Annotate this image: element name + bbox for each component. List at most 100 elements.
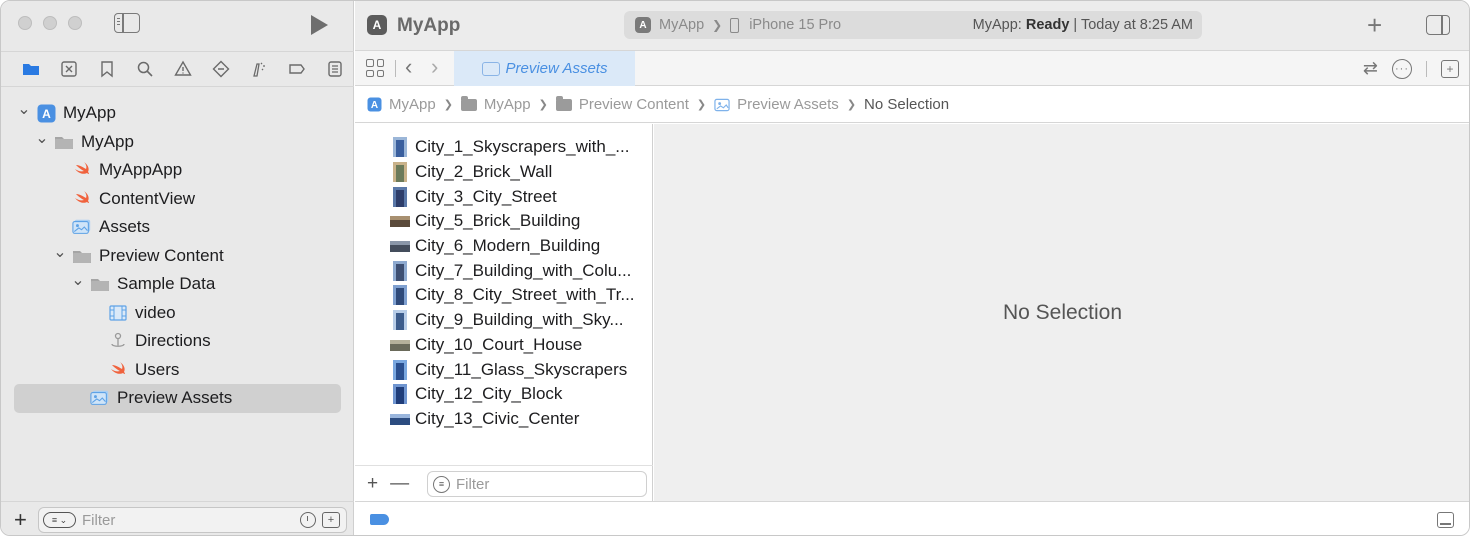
build-status: MyApp: Ready | Today at 8:25 AM xyxy=(973,17,1193,33)
add-editor-icon[interactable]: + xyxy=(1441,59,1459,78)
breakpoint-navigator-icon[interactable] xyxy=(278,58,316,80)
toggle-inspector-icon[interactable] xyxy=(1426,15,1450,35)
navigator-selector-bar xyxy=(1,51,354,87)
tab-label: Preview Assets xyxy=(505,60,608,77)
asset-item[interactable]: City_9_Building_with_Sky... xyxy=(355,308,652,333)
chevron-down-icon[interactable]: ⌄ xyxy=(53,242,66,262)
navigator-filter-field[interactable]: ≡ ⌄ Filter + xyxy=(38,507,347,533)
tree-item[interactable]: Users xyxy=(1,356,354,385)
filter-options-icon[interactable]: ≡ ⌄ xyxy=(43,512,76,528)
bookmark-navigator-icon[interactable] xyxy=(88,58,126,80)
library-plus-button[interactable]: + xyxy=(1367,10,1382,41)
source-control-navigator-icon[interactable] xyxy=(50,58,88,80)
editor-area: A MyApp A MyApp ❯ iPhone 15 Pro MyApp: R… xyxy=(355,1,1469,535)
asset-item[interactable]: City_8_City_Street_with_Tr... xyxy=(355,283,652,308)
asset-item[interactable]: City_7_Building_with_Colu... xyxy=(355,258,652,283)
remove-asset-button[interactable]: — xyxy=(390,473,409,495)
source-control-filter-icon[interactable]: + xyxy=(322,512,340,528)
tree-item-label: MyApp xyxy=(63,103,116,123)
tree-item[interactable]: ⌄ MyApp xyxy=(1,128,354,157)
report-navigator-icon[interactable] xyxy=(316,58,354,80)
app-icon: A xyxy=(367,15,387,35)
tree-item-label: Preview Assets xyxy=(117,388,233,408)
tree-item[interactable]: ContentView xyxy=(1,185,354,214)
chevron-down-icon[interactable]: ⌄ xyxy=(17,99,30,119)
asset-item[interactable]: City_2_Brick_Wall xyxy=(355,160,652,185)
folder-icon xyxy=(460,95,477,112)
scheme-selector[interactable]: MyApp xyxy=(659,17,704,33)
image-thumbnail-icon xyxy=(390,236,410,256)
zoom-window-button[interactable] xyxy=(68,16,82,30)
add-file-button[interactable]: + xyxy=(14,507,34,533)
chevron-left-icon[interactable]: ‹ xyxy=(405,54,412,80)
asset-item[interactable]: City_5_Brick_Building xyxy=(355,209,652,234)
swift-file-icon xyxy=(72,190,92,208)
minimize-window-button[interactable] xyxy=(43,16,57,30)
asset-item[interactable]: City_10_Court_House xyxy=(355,333,652,358)
iphone-icon xyxy=(730,17,740,33)
editor-options: ⇄ ··· + xyxy=(1363,58,1459,79)
tree-item[interactable]: Directions xyxy=(1,327,354,356)
chevron-right-icon: ❯ xyxy=(846,99,857,111)
test-navigator-icon[interactable] xyxy=(202,58,240,80)
toggle-navigator-icon[interactable] xyxy=(114,13,140,33)
asset-catalog-icon xyxy=(714,98,730,112)
asset-item[interactable]: City_11_Glass_Skyscrapers xyxy=(355,357,652,382)
asset-catalog-icon xyxy=(72,218,92,236)
project-navigator-icon[interactable] xyxy=(12,58,50,80)
video-file-icon xyxy=(108,304,128,322)
asset-filter-field[interactable]: ≡ Filter xyxy=(427,471,647,497)
breakpoints-toggle-icon[interactable] xyxy=(370,514,389,525)
tree-item-label: Sample Data xyxy=(117,274,216,294)
image-thumbnail-icon xyxy=(390,186,410,207)
image-thumbnail-icon xyxy=(390,162,410,183)
tree-item-label: Users xyxy=(135,359,180,379)
asset-item[interactable]: City_12_City_Block xyxy=(355,382,652,407)
recent-files-icon[interactable] xyxy=(300,512,316,528)
tree-item-label: Assets xyxy=(99,217,151,237)
chevron-right-icon[interactable]: › xyxy=(431,54,438,80)
breadcrumb-item[interactable]: Preview Assets xyxy=(737,96,839,113)
breadcrumb-item[interactable]: Preview Content xyxy=(579,96,689,113)
more-options-icon[interactable]: ··· xyxy=(1392,58,1412,79)
breadcrumb-item[interactable]: MyApp xyxy=(484,96,531,113)
svg-text:A: A xyxy=(370,100,377,111)
tree-item[interactable]: ⌄ A MyApp xyxy=(1,99,354,128)
debug-navigator-icon[interactable] xyxy=(240,58,278,80)
asset-item[interactable]: City_13_Civic_Center xyxy=(355,407,652,432)
tree-item[interactable]: Assets xyxy=(1,213,354,242)
toggle-debug-area-icon[interactable] xyxy=(1437,512,1454,528)
jump-bar: A MyApp ❯ MyApp ❯ Preview Content ❯ Prev… xyxy=(355,87,1469,123)
debug-area-bar xyxy=(355,501,1469,535)
related-items-grid-icon[interactable] xyxy=(366,59,384,77)
run-button[interactable] xyxy=(311,15,328,35)
tree-item[interactable]: ⌄ Sample Data xyxy=(1,270,354,299)
breadcrumb-item[interactable]: MyApp xyxy=(389,96,436,113)
asset-item[interactable]: City_3_City_Street xyxy=(355,184,652,209)
chevron-down-icon[interactable]: ⌄ xyxy=(71,270,84,290)
asset-item[interactable]: City_1_Skyscrapers_with_... xyxy=(355,135,652,160)
tree-item-label: MyApp xyxy=(81,131,134,151)
tree-item[interactable]: Preview Assets xyxy=(1,384,354,413)
asset-item[interactable]: City_6_Modern_Building xyxy=(355,234,652,259)
xcode-window: ⌄ A MyApp ⌄ MyApp MyAppApp ContentView Assets ⌄ P… xyxy=(0,0,1470,536)
asset-item-label: City_11_Glass_Skyscrapers xyxy=(415,359,628,379)
issue-navigator-icon[interactable] xyxy=(164,58,202,80)
run-destination-selector[interactable]: iPhone 15 Pro xyxy=(749,17,841,33)
find-navigator-icon[interactable] xyxy=(126,58,164,80)
chevron-right-icon: ❯ xyxy=(712,18,723,32)
tab-preview-assets[interactable]: Preview Assets xyxy=(454,51,635,86)
asset-item-label: City_9_Building_with_Sky... xyxy=(415,310,624,330)
close-window-button[interactable] xyxy=(18,16,32,30)
asset-list: City_1_Skyscrapers_with_... City_2_Brick_… xyxy=(355,124,653,501)
breadcrumb-item-current[interactable]: No Selection xyxy=(864,96,949,113)
tree-item[interactable]: video xyxy=(1,299,354,328)
asset-item-label: City_5_Brick_Building xyxy=(415,211,581,231)
swap-arrows-icon[interactable]: ⇄ xyxy=(1363,58,1378,79)
tree-item[interactable]: ⌄ Preview Content xyxy=(1,242,354,271)
add-asset-button[interactable]: + xyxy=(367,473,378,495)
asset-item-label: City_2_Brick_Wall xyxy=(415,162,553,182)
image-thumbnail-icon xyxy=(390,409,410,429)
tree-item[interactable]: MyAppApp xyxy=(1,156,354,185)
chevron-down-icon[interactable]: ⌄ xyxy=(35,128,48,148)
